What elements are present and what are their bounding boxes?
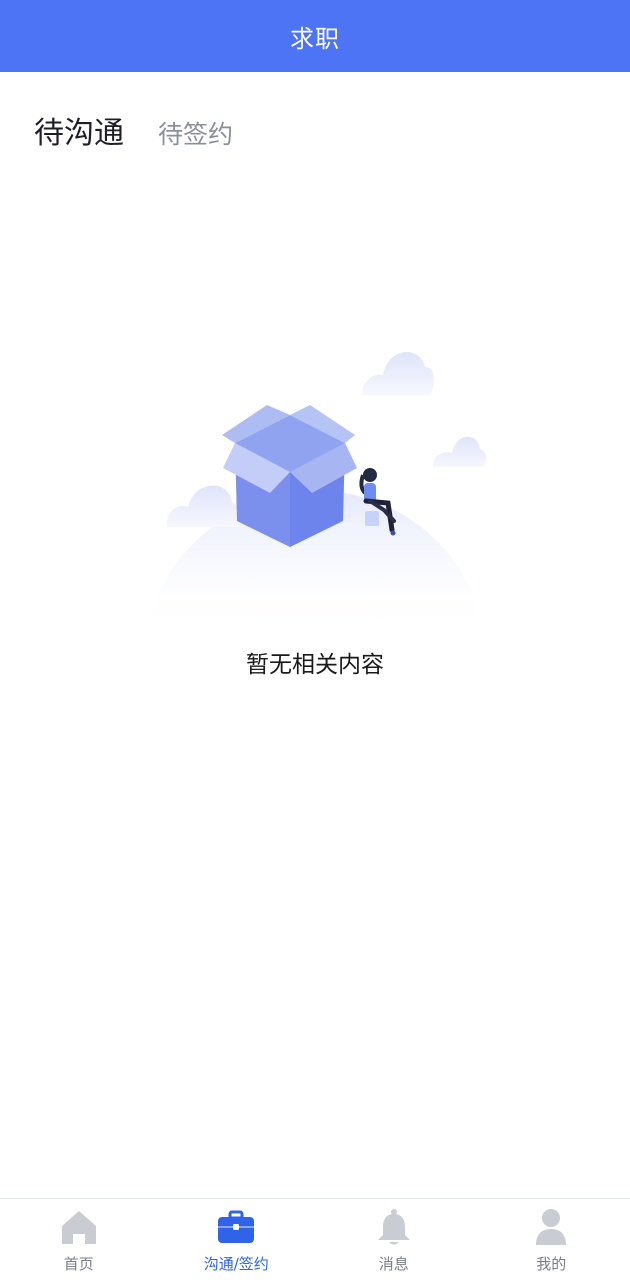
tab-pending-signing[interactable]: 待签约 [158,115,233,151]
nav-item-communication[interactable]: 沟通/签约 [158,1199,316,1280]
person-icon [359,468,396,536]
nav-item-messages[interactable]: 消息 [315,1199,473,1280]
empty-state-message: 暂无相关内容 [246,652,384,678]
nav-label-messages: 消息 [378,1255,409,1273]
page-title: 求职 [290,24,340,53]
nav-label-home: 首页 [63,1255,94,1273]
top-bar: 求职 [0,0,630,72]
tab-pending-communication[interactable]: 待沟通 [34,108,124,152]
nav-label-communication: 沟通/签约 [203,1255,269,1273]
empty-box-illustration [148,352,487,635]
nav-label-profile: 我的 [536,1255,567,1273]
bell-icon [374,1207,414,1247]
page: 求职 待沟通 待签约 暂无相关内容 首页 沟通/签约 消息 我的 [0,0,630,1280]
home-icon [59,1207,99,1247]
briefcase-icon [216,1207,256,1247]
nav-item-profile[interactable]: 我的 [473,1199,630,1280]
user-icon [531,1207,571,1247]
tab-bar: 待沟通 待签约 [34,108,233,152]
nav-item-home[interactable]: 首页 [0,1199,158,1280]
bottom-navigation: 首页 沟通/签约 消息 我的 [0,1198,630,1280]
